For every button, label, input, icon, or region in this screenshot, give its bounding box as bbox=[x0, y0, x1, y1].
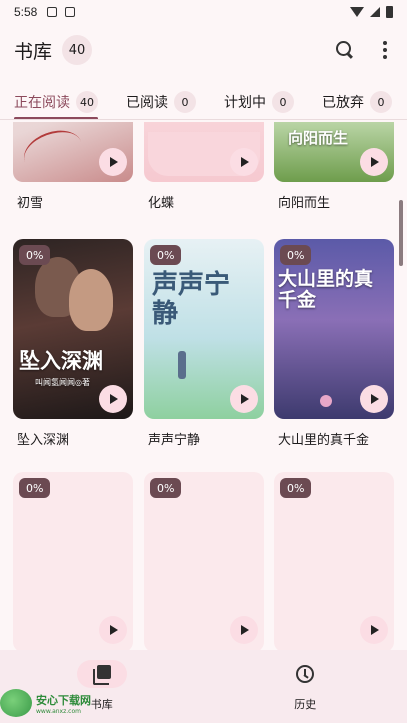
watermark-title: 安心下载网 bbox=[36, 693, 91, 707]
wifi-icon bbox=[350, 7, 364, 17]
tab-count-badge: 0 bbox=[272, 91, 294, 113]
book-title: 坠入深渊 bbox=[17, 433, 70, 448]
play-button[interactable] bbox=[230, 385, 258, 413]
tab-reading[interactable]: 正在阅读 40 bbox=[0, 86, 112, 119]
book-grid: 初雪 化蝶 向阳而生 向阳而生 坠入深渊 叫闻氢闻闻◎著 0% 坠入深渊 声声宁… bbox=[0, 122, 407, 650]
clock-icon bbox=[296, 665, 315, 683]
tab-read[interactable]: 已阅读 0 bbox=[112, 86, 210, 118]
play-button[interactable] bbox=[99, 385, 127, 413]
cover-title-text: 大山里的真千金 bbox=[278, 268, 374, 311]
status-bar: 5:58 bbox=[0, 0, 407, 24]
watermark: 安心下载网 www.anxz.com bbox=[0, 686, 91, 720]
tab-abandoned[interactable]: 已放弃 0 bbox=[308, 86, 406, 118]
tab-count-badge: 0 bbox=[370, 91, 392, 113]
cover-moon-art bbox=[320, 395, 332, 407]
book-title: 向阳而生 bbox=[278, 196, 331, 211]
tab-count-badge: 0 bbox=[174, 91, 196, 113]
cover-author-text: 叫闻氢闻闻◎著 bbox=[35, 378, 90, 387]
notification-a-icon bbox=[47, 7, 58, 17]
cover-title-text: 向阳而生 bbox=[288, 129, 349, 147]
book-card[interactable]: 0% bbox=[144, 472, 264, 650]
play-button[interactable] bbox=[360, 148, 388, 176]
watermark-logo-icon bbox=[0, 689, 32, 717]
book-cover[interactable]: 声声宁静 0% bbox=[144, 239, 264, 419]
progress-badge: 0% bbox=[19, 245, 51, 265]
cover-title-text: 声声宁静 bbox=[152, 270, 231, 329]
book-card[interactable]: 大山里的真千金 0% 大山里的真千金 bbox=[274, 239, 394, 449]
tab-label: 已阅读 bbox=[126, 95, 168, 111]
signal-icon bbox=[370, 7, 380, 17]
notification-screen-icon bbox=[65, 7, 76, 17]
nav-label: 书库 bbox=[90, 698, 113, 711]
cover-branch-art bbox=[17, 122, 89, 182]
play-button[interactable] bbox=[360, 385, 388, 413]
status-time: 5:58 bbox=[14, 5, 38, 19]
book-cover-placeholder[interactable]: 0% bbox=[13, 472, 133, 650]
book-cover[interactable] bbox=[13, 122, 133, 182]
cover-figure-art bbox=[69, 269, 113, 331]
book-title: 声声宁静 bbox=[148, 433, 201, 448]
progress-badge: 0% bbox=[280, 478, 312, 498]
play-button[interactable] bbox=[230, 616, 258, 644]
book-card[interactable]: 声声宁静 0% 声声宁静 bbox=[144, 239, 264, 449]
book-title: 大山里的真千金 bbox=[278, 433, 370, 448]
book-cover[interactable]: 向阳而生 bbox=[274, 122, 394, 182]
page-title: 书库 bbox=[14, 40, 53, 63]
tab-label: 计划中 bbox=[224, 95, 266, 111]
progress-badge: 0% bbox=[280, 245, 312, 265]
more-options-icon[interactable] bbox=[383, 41, 387, 59]
book-card[interactable]: 向阳而生 向阳而生 bbox=[274, 122, 394, 212]
nav-indicator bbox=[280, 660, 330, 688]
book-title: 初雪 bbox=[17, 196, 44, 211]
book-count-badge: 40 bbox=[62, 35, 93, 65]
play-button[interactable] bbox=[360, 616, 388, 644]
book-cover[interactable]: 坠入深渊 叫闻氢闻闻◎著 0% bbox=[13, 239, 133, 419]
library-icon bbox=[92, 665, 111, 685]
cover-figure-art bbox=[178, 351, 186, 379]
nav-item-history[interactable]: 历史 bbox=[204, 650, 407, 723]
book-card[interactable]: 坠入深渊 叫闻氢闻闻◎著 0% 坠入深渊 bbox=[13, 239, 133, 449]
progress-badge: 0% bbox=[150, 245, 182, 265]
book-card[interactable]: 初雪 bbox=[13, 122, 133, 212]
book-cover[interactable]: 大山里的真千金 0% bbox=[274, 239, 394, 419]
search-icon[interactable] bbox=[335, 40, 355, 60]
battery-icon bbox=[386, 6, 393, 18]
book-card[interactable]: 化蝶 bbox=[144, 122, 264, 212]
tab-label: 已放弃 bbox=[322, 95, 364, 111]
tab-planned[interactable]: 计划中 0 bbox=[210, 86, 308, 118]
play-button[interactable] bbox=[99, 616, 127, 644]
progress-badge: 0% bbox=[150, 478, 182, 498]
app-bar: 书库 40 bbox=[0, 30, 407, 70]
nav-label: 历史 bbox=[294, 698, 317, 711]
play-button[interactable] bbox=[99, 148, 127, 176]
book-cover-placeholder[interactable]: 0% bbox=[144, 472, 264, 650]
watermark-url: www.anxz.com bbox=[36, 707, 81, 715]
play-button[interactable] bbox=[230, 148, 258, 176]
book-card[interactable]: 0% bbox=[274, 472, 394, 650]
book-title: 化蝶 bbox=[148, 196, 175, 211]
shelf-tabs: 正在阅读 40 已阅读 0 计划中 0 已放弃 0 bbox=[0, 86, 407, 120]
book-cover[interactable] bbox=[144, 122, 264, 182]
cover-title-text: 坠入深渊 bbox=[19, 348, 103, 373]
book-cover-placeholder[interactable]: 0% bbox=[274, 472, 394, 650]
tab-count-badge: 40 bbox=[76, 91, 98, 113]
nav-indicator bbox=[76, 660, 127, 688]
book-card[interactable]: 0% bbox=[13, 472, 133, 650]
tab-label: 正在阅读 bbox=[14, 95, 70, 111]
scrollbar-thumb[interactable] bbox=[399, 200, 403, 266]
progress-badge: 0% bbox=[19, 478, 51, 498]
